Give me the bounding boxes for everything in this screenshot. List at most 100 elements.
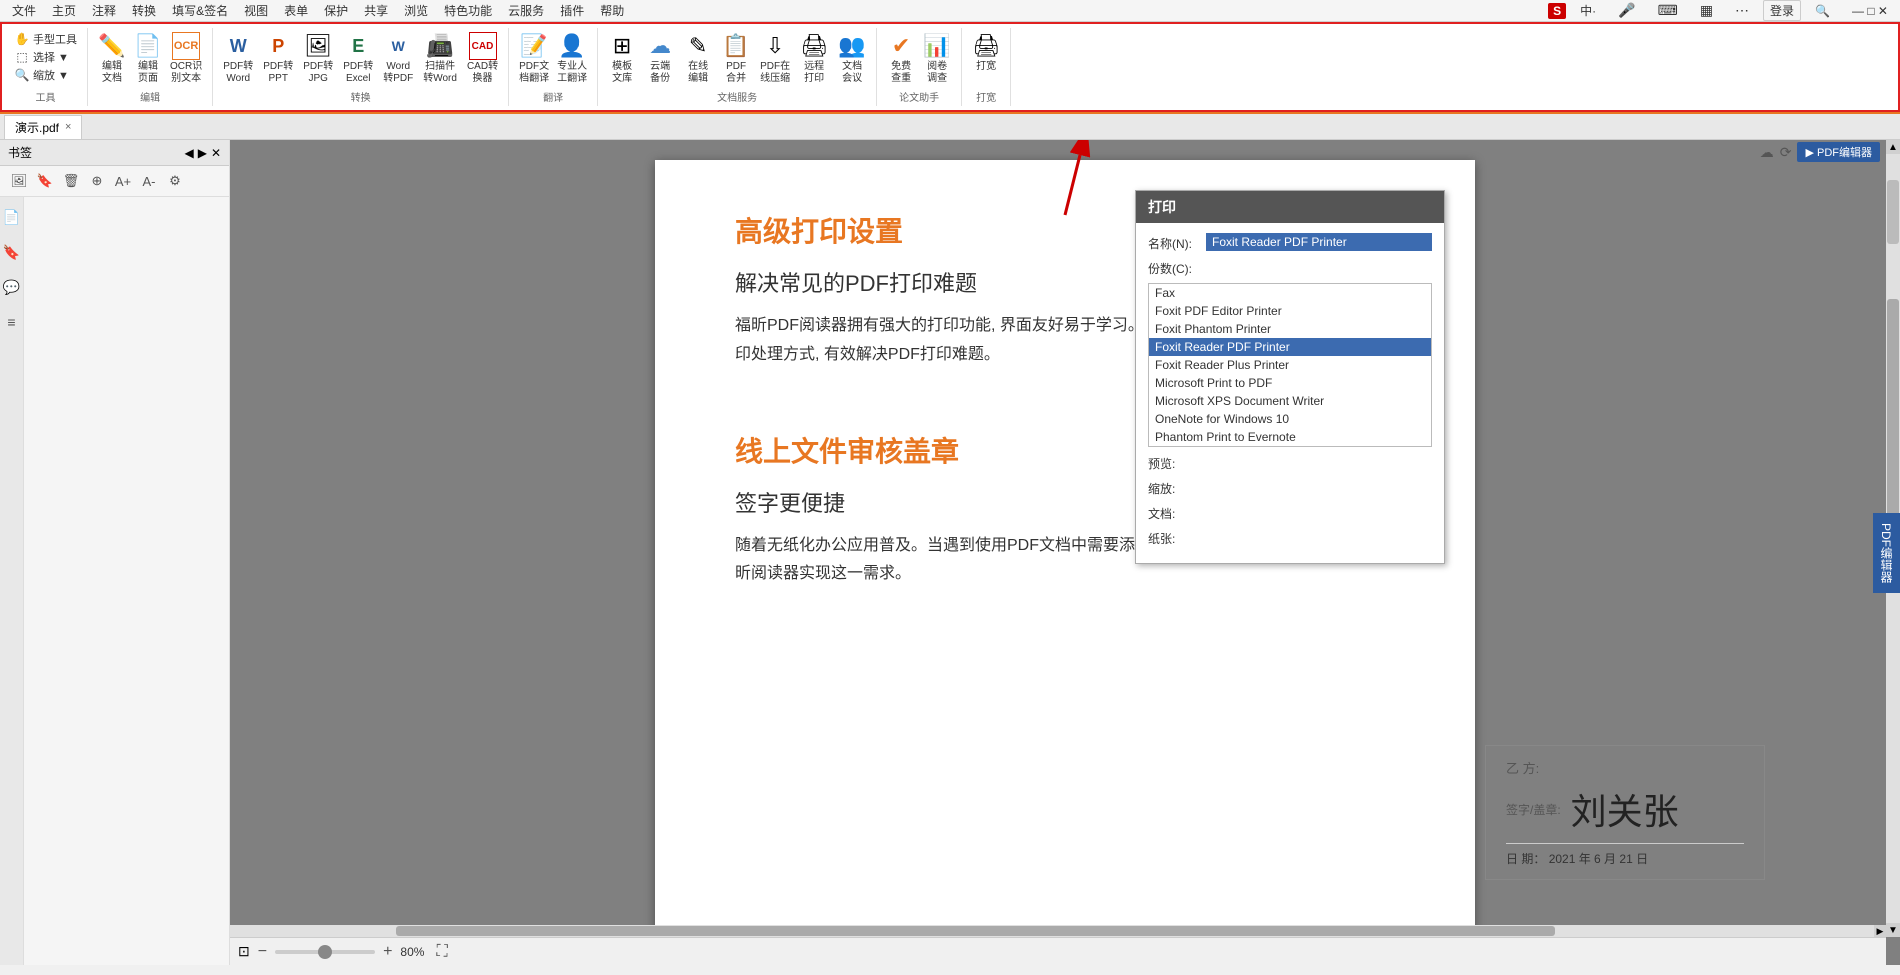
pdf-to-excel-button[interactable]: E PDF转Excel <box>339 30 377 87</box>
pdf-to-ppt-button[interactable]: P PDF转PPT <box>259 30 297 87</box>
pdf-translate-button[interactable]: 📝 PDF文档翻译 <box>515 30 553 87</box>
ocr-button[interactable]: OCR OCR识别文本 <box>166 30 206 87</box>
print-room-button[interactable]: 🖨 打宽 <box>968 30 1004 75</box>
ribbon-group-doc-service-items: ⊞ 模板文库 ☁ 云端备份 ✎ 在线编辑 📋 PDF合并 ⇩ PDF在线压 <box>604 30 870 87</box>
menu-item-form[interactable]: 表单 <box>276 0 316 21</box>
pdf-to-word-button[interactable]: W PDF转Word <box>219 30 257 87</box>
sidebar-icon-annot[interactable]: 💬 <box>0 279 24 296</box>
scrollbar-h-thumb[interactable] <box>396 926 1555 936</box>
pdf-to-word-icon: W <box>224 32 252 60</box>
edit-page-button[interactable]: 📄 编辑页面 <box>130 30 166 87</box>
sidebar-icon-page[interactable]: 📄 <box>0 209 24 226</box>
sidebar-nav-next[interactable]: ▶ <box>198 146 207 160</box>
print-list-item-foxit-editor[interactable]: Foxit PDF Editor Printer <box>1149 302 1431 320</box>
template-button[interactable]: ⊞ 模板文库 <box>604 30 640 87</box>
online-edit-button[interactable]: ✎ 在线编辑 <box>680 30 716 87</box>
sidebar-toolbar: 🖼 🔖 🗑 ⊕ A+ A- ⚙ <box>0 166 229 197</box>
print-name-label: 名称(N): <box>1148 233 1198 252</box>
word-to-pdf-button[interactable]: W Word转PDF <box>379 30 417 87</box>
expert-translate-button[interactable]: 👤 专业人工翻译 <box>553 30 591 87</box>
convert-group-label: 转换 <box>351 89 371 104</box>
file-tab-demo[interactable]: 演示.pdf × <box>4 115 82 139</box>
menu-item-protect[interactable]: 保护 <box>316 0 356 21</box>
pdf-to-jpg-button[interactable]: 🖼 PDF转JPG <box>299 30 337 87</box>
cloud-sync-icon[interactable]: ☁ <box>1760 144 1774 161</box>
keyboard-icon[interactable]: ⌨ <box>1650 0 1686 21</box>
search-icon[interactable]: 🔍 <box>1807 2 1838 20</box>
menu-item-home[interactable]: 主页 <box>44 0 84 21</box>
pdf-editor-badge[interactable]: ▶ PDF编辑器 <box>1797 142 1880 162</box>
menu-item-plugin[interactable]: 插件 <box>552 0 592 21</box>
print-name-selected[interactable]: Foxit Reader PDF Printer <box>1206 233 1432 251</box>
expand-view-btn[interactable]: ⛶ <box>436 943 447 961</box>
menu-item-sign[interactable]: 填写&签名 <box>164 0 236 21</box>
scrollbar-down-btn[interactable]: ▼ <box>1886 923 1900 937</box>
menu-item-help[interactable]: 帮助 <box>592 0 632 21</box>
edit-doc-button[interactable]: ✏️ 编辑文档 <box>94 30 130 87</box>
menu-item-share[interactable]: 共享 <box>356 0 396 21</box>
free-check-button[interactable]: ✔ 免费查重 <box>883 30 919 87</box>
menu-item-convert[interactable]: 转换 <box>124 0 164 21</box>
scrollbar-up-btn[interactable]: ▲ <box>1886 140 1900 154</box>
sidebar-add-bookmark-btn[interactable]: 🔖 <box>34 170 56 192</box>
menu-item-special[interactable]: 特色功能 <box>436 0 500 21</box>
scrollbar-h[interactable]: ▶ <box>230 925 1886 937</box>
hand-tool-button[interactable]: ✋ 手型工具 <box>10 30 81 48</box>
menu-item-file[interactable]: 文件 <box>4 0 44 21</box>
sidebar-expand-btn[interactable]: ⊕ <box>86 170 108 192</box>
cad-converter-button[interactable]: CAD CAD转换器 <box>463 30 502 87</box>
pdf-compress-button[interactable]: ⇩ PDF在线压缩 <box>756 30 794 87</box>
pdf-merge-button[interactable]: 📋 PDF合并 <box>718 30 754 87</box>
print-doc-label: 文档: <box>1148 503 1198 522</box>
more-icon[interactable]: ⋯ <box>1727 0 1757 21</box>
print-list-item-phantom-evernote[interactable]: Phantom Print to Evernote <box>1149 428 1431 446</box>
menu-item-cloud[interactable]: 云服务 <box>500 0 552 21</box>
print-list-item-ms-xps[interactable]: Microsoft XPS Document Writer <box>1149 392 1431 410</box>
sig-box: 乙 方: 签字/盖章: 刘关张 日 期： 2021 年 6 月 21 日 <box>1485 745 1765 880</box>
zoom-slider[interactable] <box>275 950 375 954</box>
scrollbar-h-right[interactable]: ▶ <box>1874 925 1886 937</box>
sidebar-icon-layer[interactable]: ≡ <box>0 314 24 330</box>
print-list-item-foxit-reader[interactable]: Foxit Reader PDF Printer <box>1149 338 1431 356</box>
sidebar-icon-bookmark2[interactable]: 🔖 <box>0 244 24 261</box>
sync-icon[interactable]: ⟳ <box>1780 144 1792 161</box>
sidebar-settings-btn[interactable]: ⚙ <box>164 170 186 192</box>
sidebar-text-large-btn[interactable]: A+ <box>112 170 134 192</box>
pdf-editor-panel-btn[interactable]: PDF编辑器 <box>1873 513 1900 593</box>
zoom-plus-btn[interactable]: + <box>383 943 392 961</box>
print-list-item-foxit-phantom[interactable]: Foxit Phantom Printer <box>1149 320 1431 338</box>
sidebar-text-small-btn[interactable]: A- <box>138 170 160 192</box>
cloud-backup-button[interactable]: ☁ 云端备份 <box>642 30 678 87</box>
file-tab-close[interactable]: × <box>65 121 71 133</box>
pdf-to-excel-label: PDF转Excel <box>343 61 373 85</box>
print-list-item-fax[interactable]: Fax <box>1149 284 1431 302</box>
print-list-item-foxit-plus[interactable]: Foxit Reader Plus Printer <box>1149 356 1431 374</box>
doc-meeting-button[interactable]: 👥 文档会议 <box>834 30 870 87</box>
print-dialog: 打印 名称(N): Foxit Reader PDF Printer 份数(C)… <box>1135 190 1445 564</box>
fit-page-icon[interactable]: ⊡ <box>238 943 250 960</box>
mic-icon[interactable]: 🎤 <box>1610 0 1643 21</box>
select-button[interactable]: ⬚ 选择 ▼ <box>10 48 81 66</box>
zoom-slider-thumb[interactable] <box>318 945 332 959</box>
print-list-item-ms-pdf[interactable]: Microsoft Print to PDF <box>1149 374 1431 392</box>
menu-item-browse[interactable]: 浏览 <box>396 0 436 21</box>
sig-date-row: 日 期： 2021 年 6 月 21 日 <box>1506 850 1744 867</box>
zoom-button[interactable]: 🔍 缩放 ▼ <box>10 66 81 84</box>
sidebar-thumbnail-btn[interactable]: 🖼 <box>8 170 30 192</box>
ribbon-group-edit: ✏️ 编辑文档 📄 编辑页面 OCR OCR识别文本 编辑 <box>88 28 213 106</box>
grid-icon[interactable]: ▦ <box>1692 0 1721 21</box>
sidebar-close[interactable]: ✕ <box>211 146 221 160</box>
sidebar-remove-bookmark-btn[interactable]: 🗑 <box>60 170 82 192</box>
menu-item-annotate[interactable]: 注释 <box>84 0 124 21</box>
scan-to-word-button[interactable]: 📠 扫描件转Word <box>419 30 461 87</box>
remote-print-button[interactable]: 🖨 远程打印 <box>796 30 832 87</box>
ribbon-group-convert-items: W PDF转Word P PDF转PPT 🖼 PDF转JPG E PDF转Exc… <box>219 30 502 87</box>
print-list-item-onenote[interactable]: OneNote for Windows 10 <box>1149 410 1431 428</box>
ribbon-content: ✋ 手型工具 ⬚ 选择 ▼ 🔍 缩放 ▼ 工具 <box>0 22 1900 112</box>
zoom-minus-btn[interactable]: − <box>258 943 267 961</box>
sidebar-nav-prev[interactable]: ◀ <box>184 146 193 160</box>
reading-survey-button[interactable]: 📊 阅卷调查 <box>919 30 955 87</box>
menu-item-view[interactable]: 视图 <box>236 0 276 21</box>
pdf-to-jpg-icon: 🖼 <box>304 32 332 60</box>
login-button[interactable]: 登录 <box>1763 0 1801 21</box>
